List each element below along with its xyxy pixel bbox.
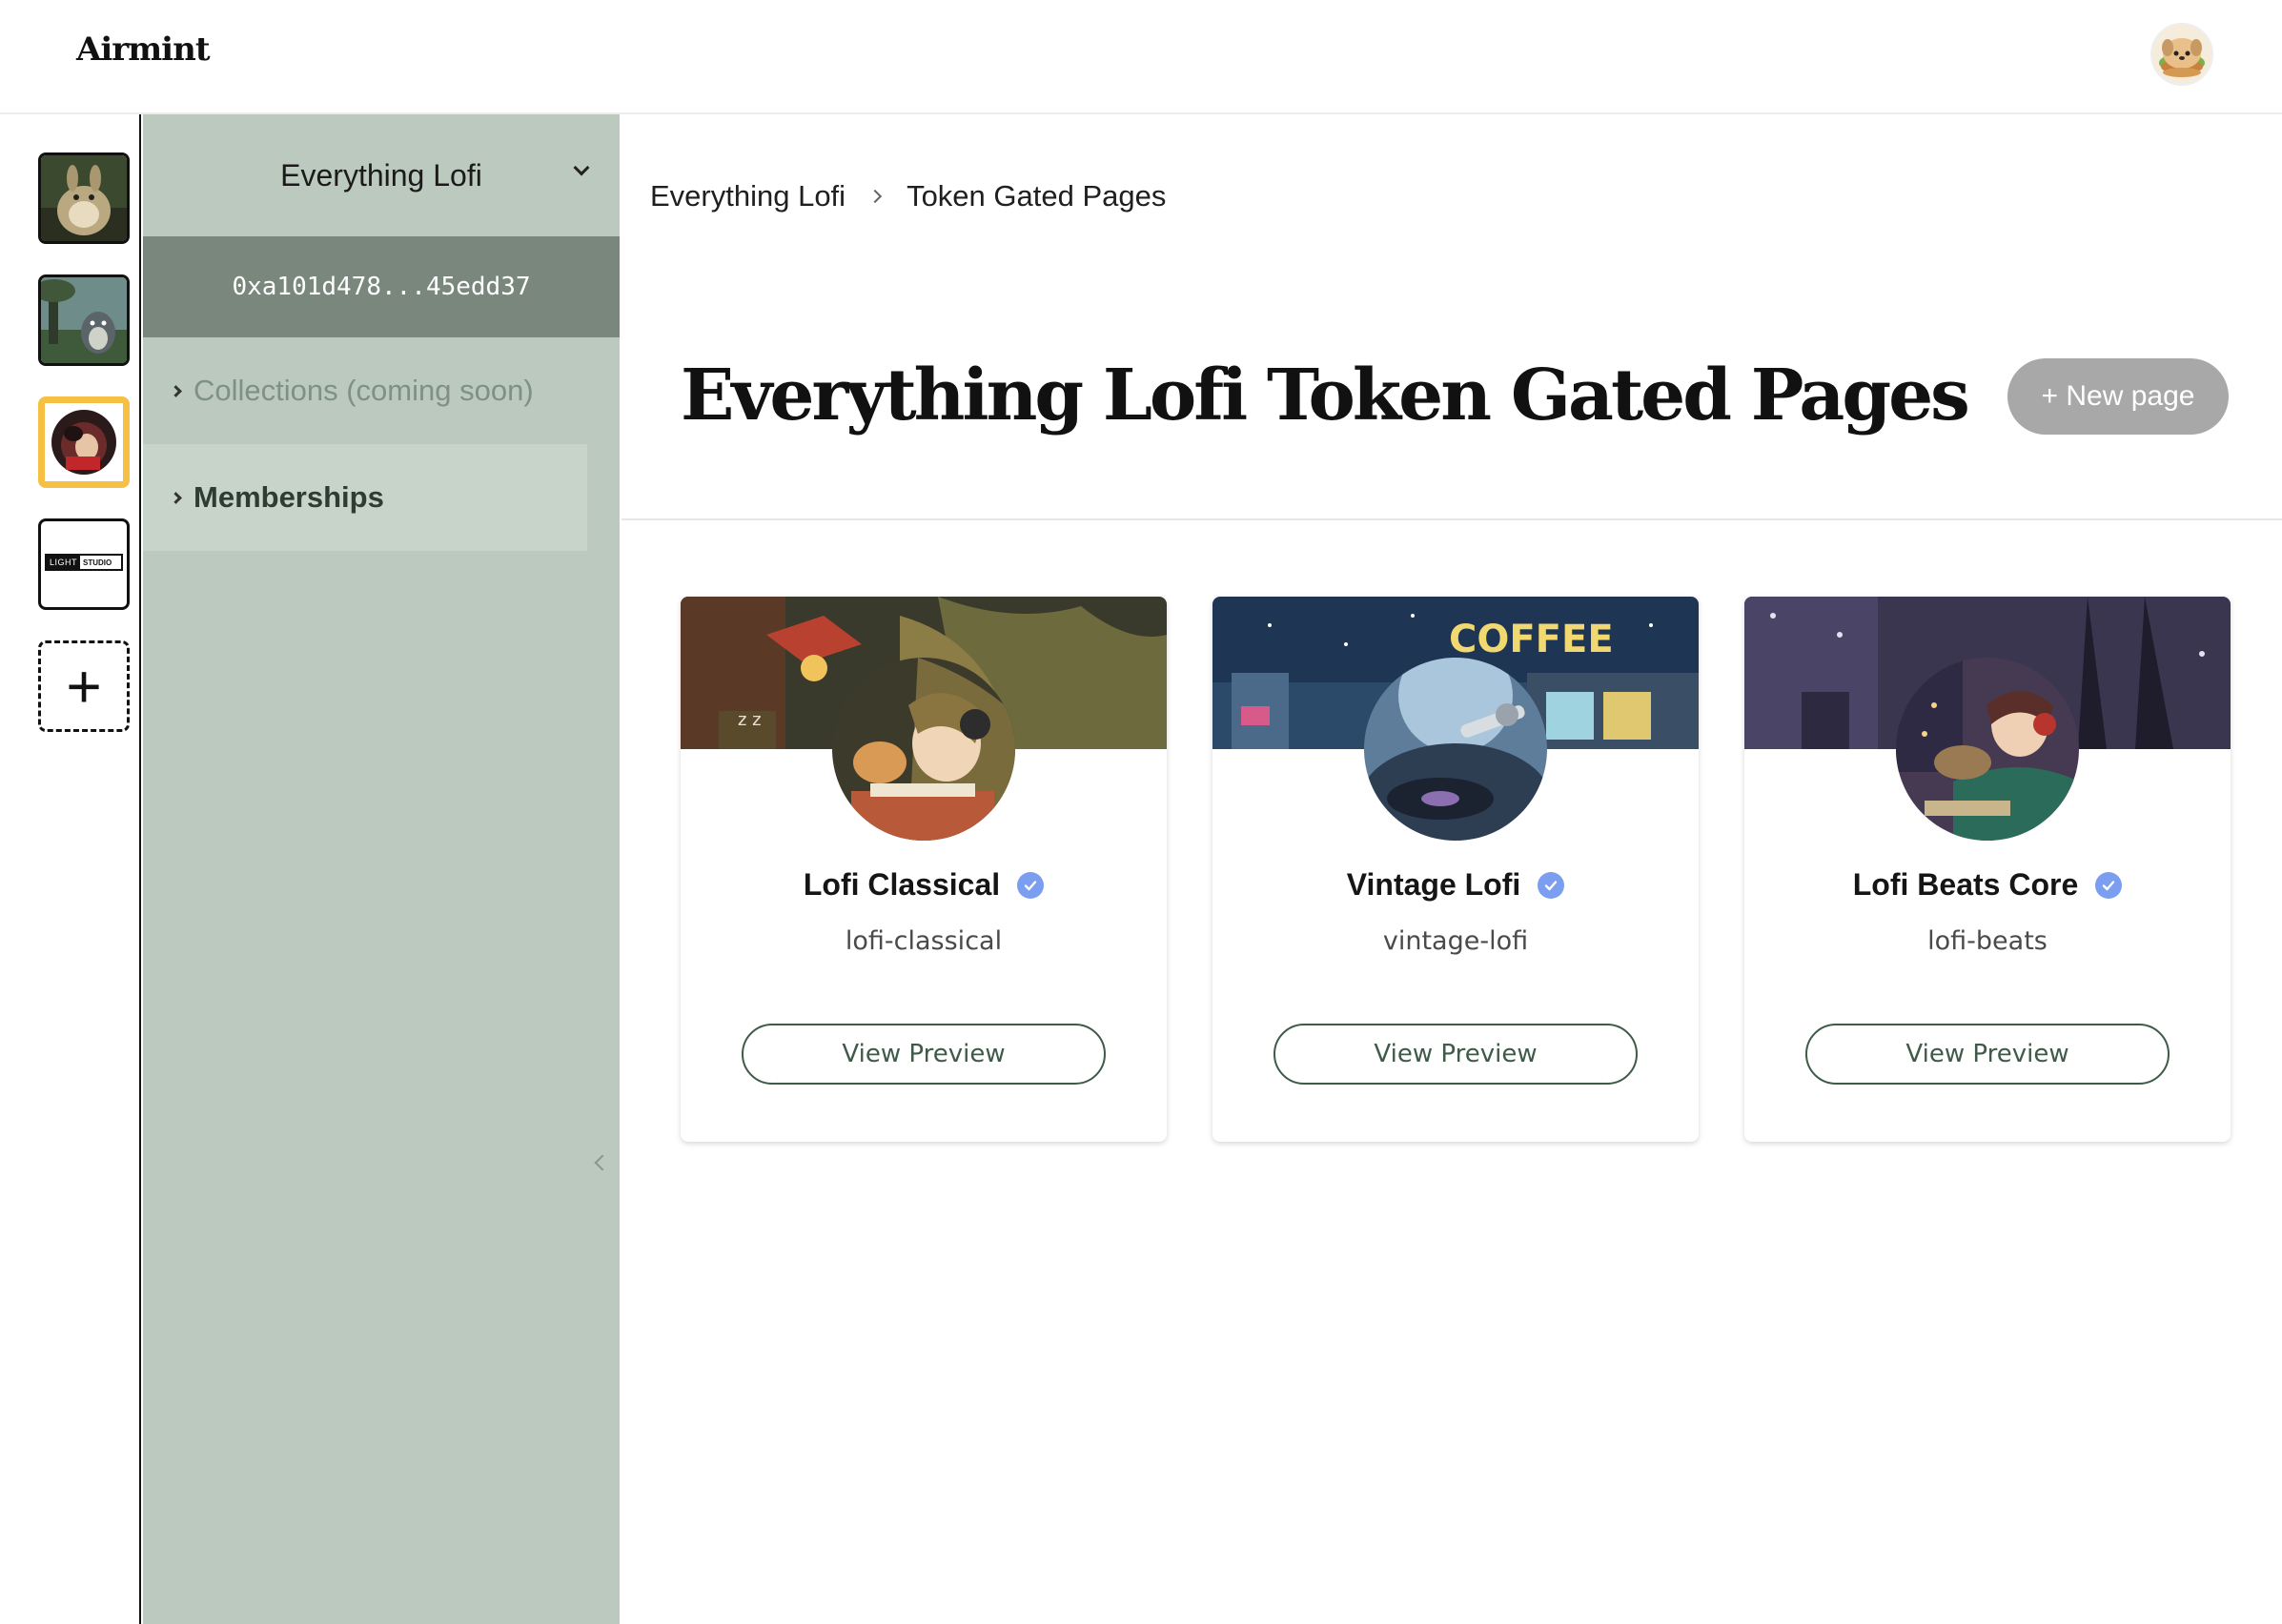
card-title-row: Lofi Beats Core <box>1744 867 2231 903</box>
verified-badge-icon <box>1017 871 1045 899</box>
rabbit-creature-thumbnail-icon <box>41 155 127 241</box>
forest-spirit-thumbnail-icon <box>41 277 127 363</box>
sidebar-item-label: Memberships <box>194 480 384 514</box>
project-sidebar: Everything Lofi 0xa101d478...45edd37 Col… <box>143 114 620 1624</box>
burger-dog-avatar-icon <box>2159 38 2205 77</box>
coffee-sign: COFFEE <box>1449 618 1614 661</box>
user-avatar[interactable] <box>2150 23 2213 86</box>
view-preview-button[interactable]: View Preview <box>1273 1024 1638 1085</box>
vintage-lofi-avatar-image <box>1364 658 1547 841</box>
rail-project-rabbit-creature[interactable] <box>38 152 130 244</box>
verified-badge-icon <box>1538 871 1565 899</box>
card-slug: lofi-classical <box>845 926 1003 956</box>
card-title-row: Lofi Classical <box>681 867 1167 903</box>
chevron-down-icon <box>573 159 590 176</box>
rail-project-light-studio[interactable]: LIGHT STUDIO <box>38 518 130 610</box>
top-bar: Airmint <box>0 0 2282 114</box>
chevron-right-icon <box>170 384 182 397</box>
page-card-lofi-classical[interactable]: z z Lofi Classical lofi-classical View P… <box>681 597 1167 1142</box>
rail-project-everything-lofi[interactable] <box>38 396 130 488</box>
breadcrumb: Everything Lofi Token Gated Pages <box>650 179 1166 213</box>
chevron-right-icon <box>867 189 883 204</box>
card-slug: vintage-lofi <box>1382 926 1529 956</box>
card-slug: lofi-beats <box>1927 926 2048 956</box>
lofi-beats-avatar-image <box>1896 658 2079 841</box>
card-title: Vintage Lofi <box>1346 867 1521 902</box>
page-card-vintage-lofi[interactable]: COFFEE Vintage Lofi vintage-lofi View Pr… <box>1212 597 1699 1142</box>
airmint-logo[interactable]: Airmint <box>76 30 211 69</box>
card-title: Lofi Beats Core <box>1852 867 2079 902</box>
page-card-lofi-beats-core[interactable]: Lofi Beats Core lofi-beats View Preview <box>1744 597 2231 1142</box>
divider <box>621 518 2282 520</box>
page-title: Everything Lofi Token Gated Pages <box>681 355 1970 436</box>
sidebar-item-memberships[interactable]: Memberships <box>143 444 587 551</box>
project-switcher[interactable]: Everything Lofi <box>143 114 620 236</box>
project-switcher-label: Everything Lofi <box>280 157 482 193</box>
verified-badge-icon <box>2095 871 2123 899</box>
light-studio-logo: LIGHT STUDIO <box>45 554 123 571</box>
sidebar-item-collections[interactable]: Collections (coming soon) <box>143 337 587 444</box>
card-title-row: Vintage Lofi <box>1212 867 1699 903</box>
breadcrumb-item-current: Token Gated Pages <box>907 179 1167 213</box>
rail-project-forest-spirit[interactable] <box>38 274 130 366</box>
card-title: Lofi Classical <box>803 867 1001 902</box>
project-rail: LIGHT STUDIO + <box>0 114 141 1624</box>
main-content: Everything Lofi Token Gated Pages Everyt… <box>621 114 2282 1624</box>
breadcrumb-item-project[interactable]: Everything Lofi <box>650 179 846 213</box>
collapse-sidebar-icon[interactable] <box>594 1154 611 1171</box>
view-preview-button[interactable]: View Preview <box>742 1024 1106 1085</box>
chevron-right-icon <box>170 491 182 504</box>
svg-text:z z: z z <box>738 710 762 730</box>
lofi-classical-avatar-image <box>832 658 1015 841</box>
lofi-character-thumbnail-icon <box>45 403 123 481</box>
add-project-button[interactable]: + <box>38 640 130 732</box>
view-preview-button[interactable]: View Preview <box>1805 1024 2170 1085</box>
sidebar-item-label: Collections (coming soon) <box>194 374 534 407</box>
wallet-address[interactable]: 0xa101d478...45edd37 <box>143 236 620 337</box>
new-page-button[interactable]: + New page <box>2007 358 2229 435</box>
